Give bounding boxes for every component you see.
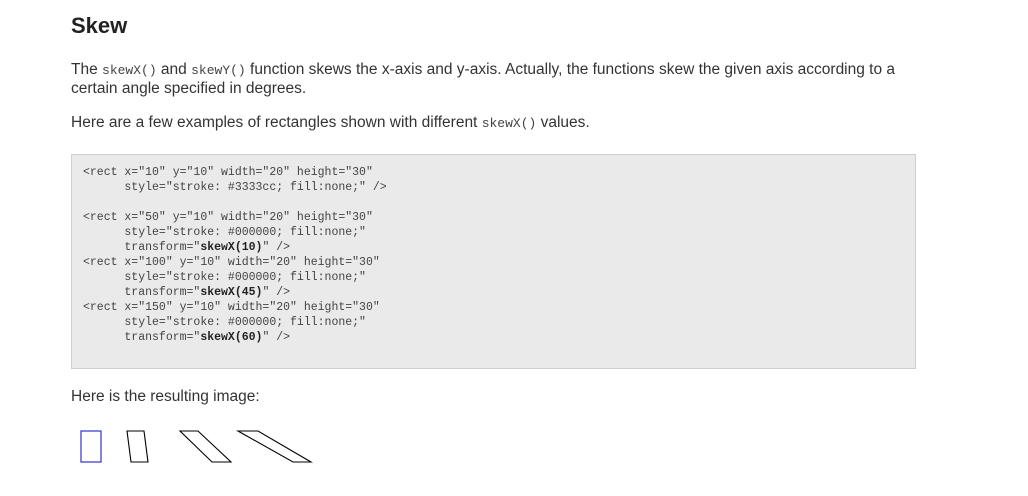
code-text: transform="	[83, 241, 201, 254]
code-line: style="stroke: #000000; fill:none;"	[83, 271, 366, 284]
examples-paragraph: Here are a few examples of rectangles sh…	[71, 114, 916, 133]
code-line: <rect x="150" y="10" width="20" height="…	[83, 301, 380, 314]
code-line: style="stroke: #3333cc; fill:none;" />	[83, 181, 387, 194]
code-text: " />	[262, 286, 291, 299]
code-bold: skewX(45)	[200, 286, 263, 299]
code-bold: skewX(60)	[200, 331, 263, 344]
code-text: " />	[262, 331, 291, 344]
text: values.	[536, 114, 590, 131]
code-example-box: <rect x="10" y="10" width="20" height="3…	[71, 154, 916, 369]
rect-plain-blue	[80, 430, 102, 463]
result-caption: Here is the resulting image:	[71, 388, 260, 405]
code-text: transform="	[83, 286, 201, 299]
code-line: transform="skewX(10)" />	[83, 240, 905, 255]
text: The	[71, 61, 103, 78]
rect-skewx-60	[235, 430, 314, 463]
inline-code-skewy: skewY()	[191, 63, 246, 78]
section-heading: Skew	[71, 13, 128, 38]
inline-code-skewx: skewX()	[481, 116, 537, 131]
code-text: transform="	[83, 331, 201, 344]
code-line: <rect x="100" y="10" width="20" height="…	[83, 256, 380, 269]
code-line: style="stroke: #000000; fill:none;"	[83, 226, 366, 239]
code-bold: skewX(10)	[200, 241, 263, 254]
code-line: style="stroke: #000000; fill:none;"	[83, 316, 366, 329]
code-line: <rect x="10" y="10" width="20" height="3…	[83, 166, 373, 179]
code-line: transform="skewX(45)" />	[83, 285, 905, 300]
text: and	[156, 61, 192, 78]
article-content: Skew The skewX() and skewY() function sk…	[71, 0, 916, 369]
code-line: <rect x="50" y="10" width="20" height="3…	[83, 211, 373, 224]
skew-result-image	[80, 430, 314, 463]
inline-code-skewx: skewX()	[102, 63, 157, 78]
code-text: " />	[262, 241, 291, 254]
code-line: transform="skewX(60)" />	[83, 330, 905, 345]
text: Here are a few examples of rectangles sh…	[71, 114, 482, 131]
rect-skewx-10	[126, 430, 149, 463]
intro-paragraph: The skewX() and skewY() function skews t…	[71, 61, 916, 98]
rect-skewx-45	[178, 430, 233, 463]
